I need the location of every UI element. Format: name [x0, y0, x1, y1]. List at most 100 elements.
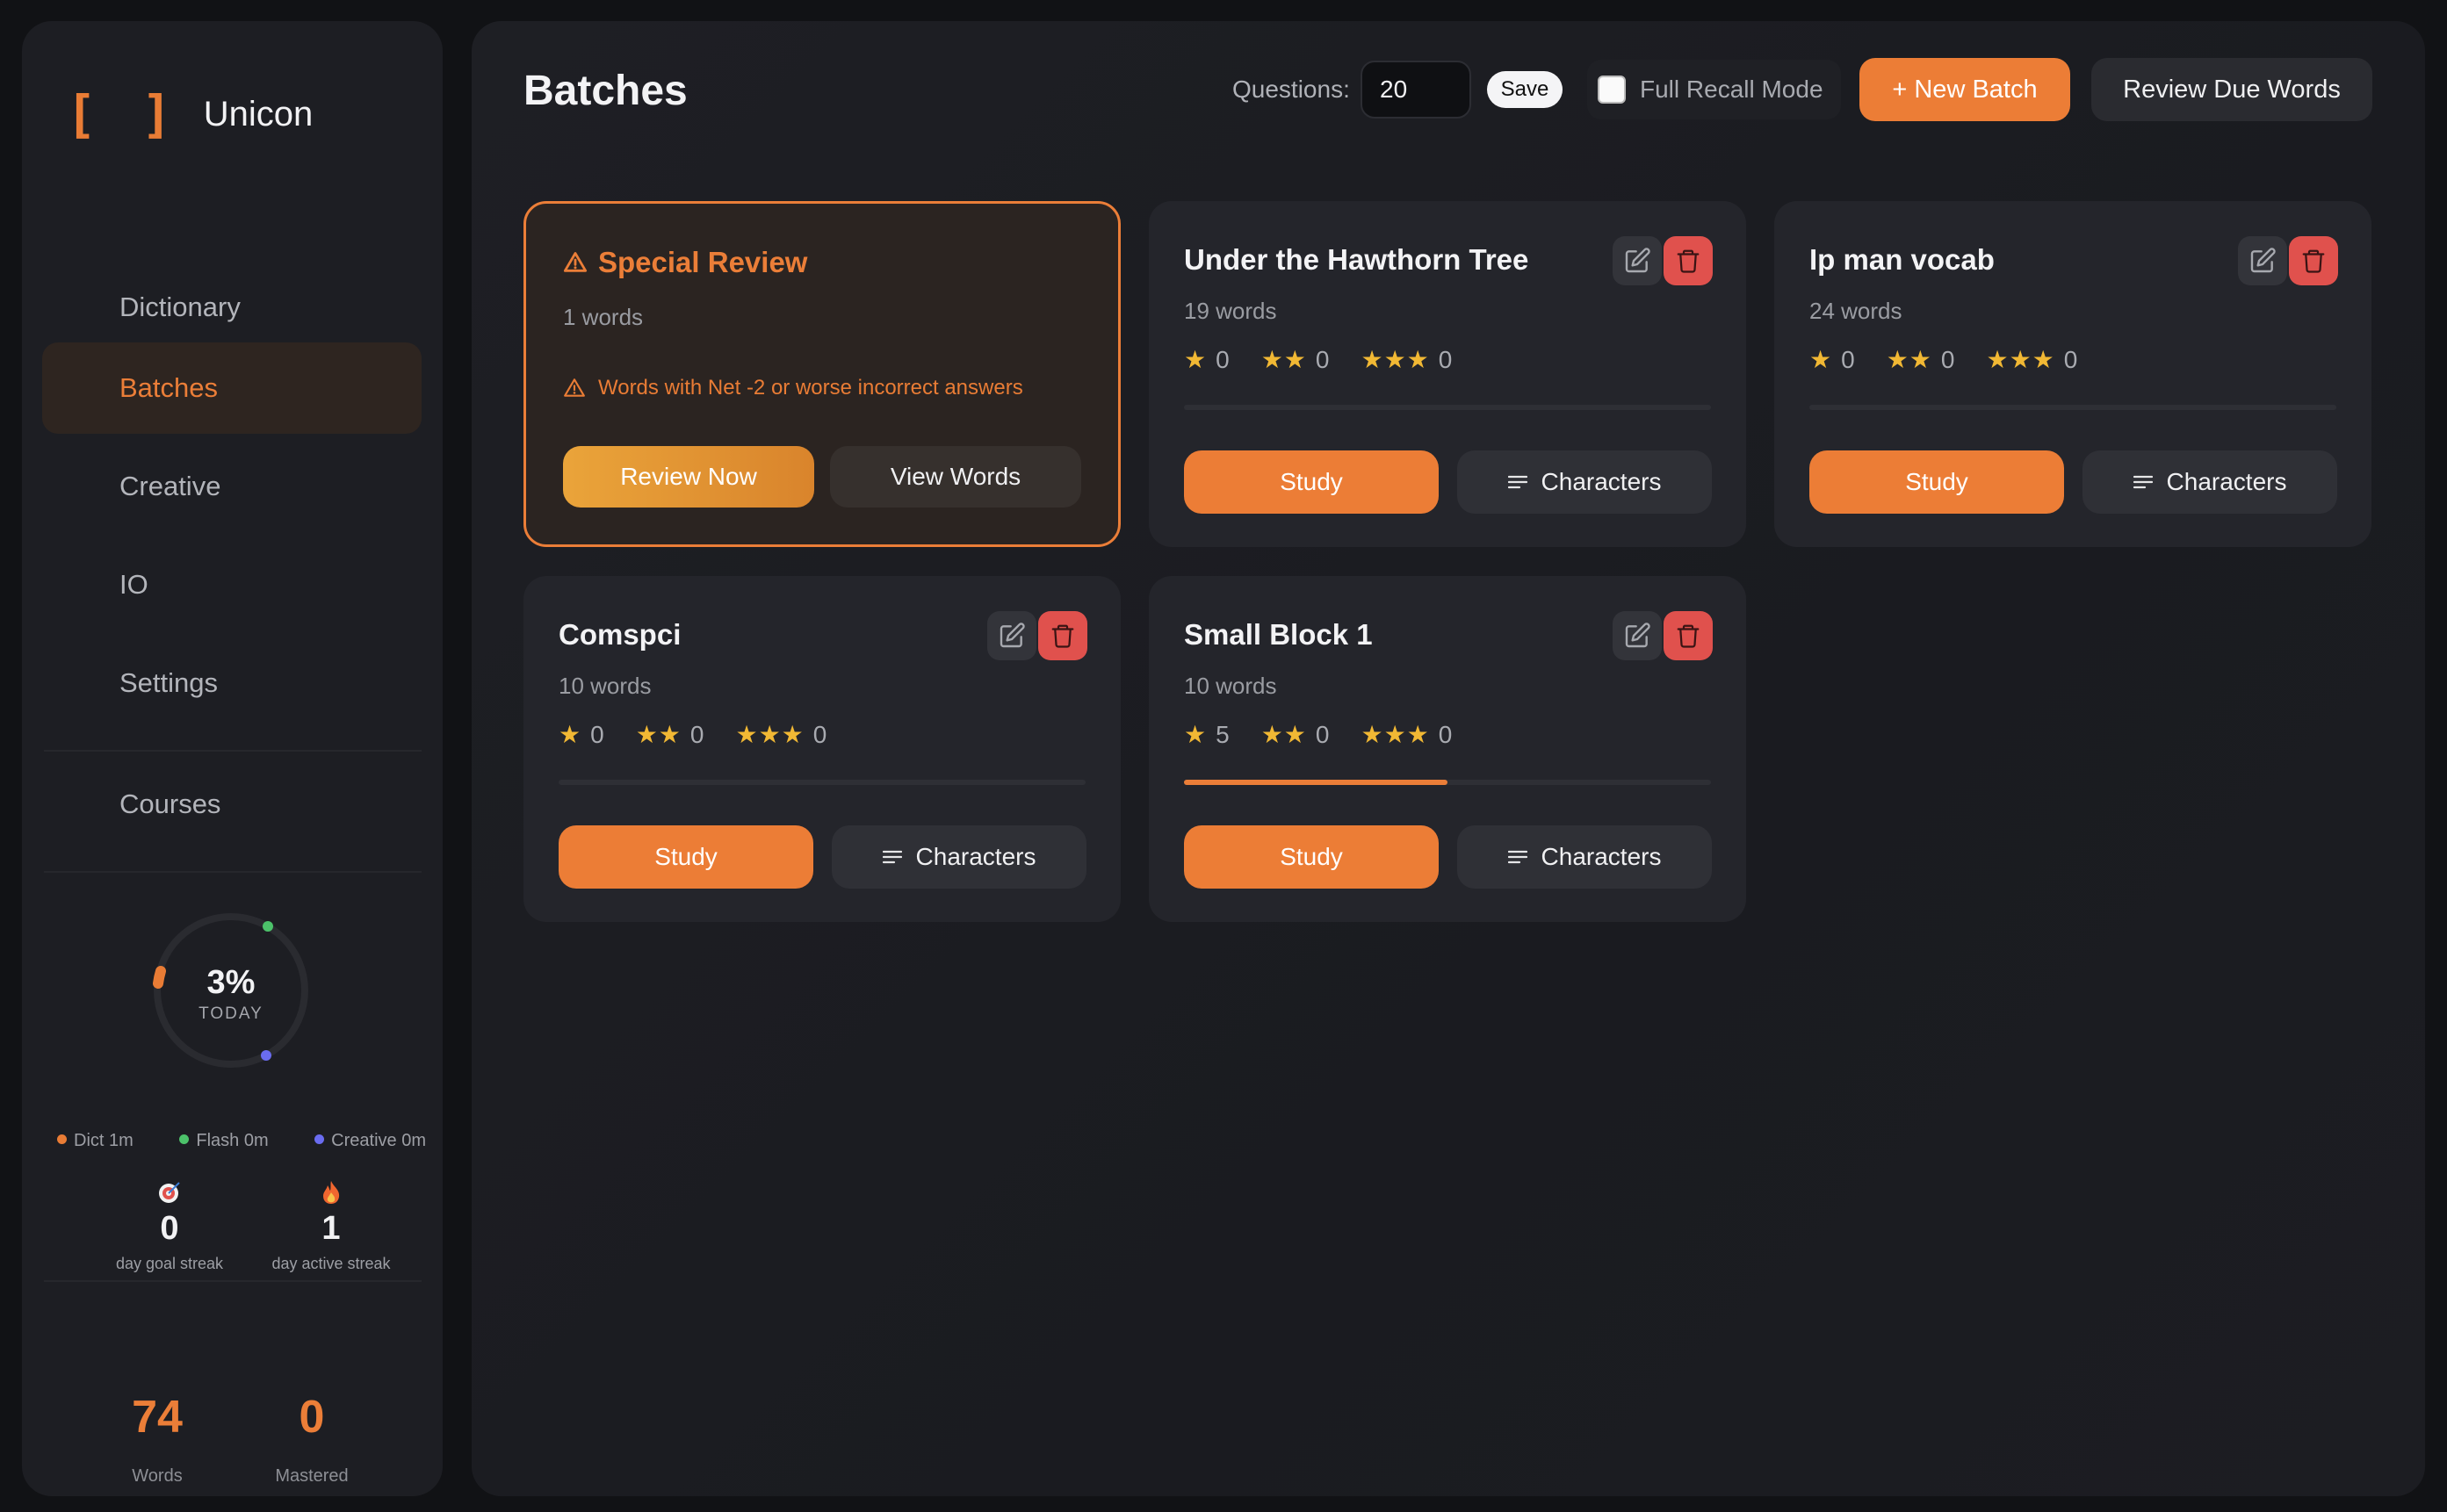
active-streak-label: day active streak [271, 1255, 391, 1272]
sidebar-item-settings[interactable]: Settings [42, 637, 422, 729]
review-now-button[interactable]: Review Now [563, 446, 814, 508]
time-legend: Dict 1m Flash 0m Creative 0m [57, 1131, 426, 1151]
star-counts: ★ 0 ★★ 0 ★★★ 0 [1809, 345, 2077, 374]
star-counts: ★ 0 ★★ 0 ★★★ 0 [559, 720, 826, 749]
edit-icon [2250, 248, 2276, 273]
stat-mastered-label: Mastered [275, 1466, 349, 1486]
special-review-note: Words with Net -2 or worse incorrect ans… [563, 376, 1023, 400]
sidebar-item-dictionary[interactable]: Dictionary [42, 262, 422, 353]
sidebar-item-label: Settings [119, 667, 219, 698]
batch-word-count: 24 words [1809, 298, 1902, 324]
batch-card: Ip man vocab 24 words ★ 0 ★★ 0 ★★★ 0 Study … [1774, 201, 2371, 547]
special-review-card: Special Review 1 words Words with Net -2… [523, 201, 1121, 547]
new-batch-button[interactable]: + New Batch [1859, 58, 2070, 121]
questions-input[interactable] [1361, 61, 1471, 119]
sidebar-divider [44, 1280, 422, 1282]
edit-icon [1625, 248, 1650, 273]
brand[interactable]: [ ] Unicon [66, 84, 313, 144]
active-streak: 1 day active streak [252, 1180, 410, 1273]
brand-logo: [ ] [66, 84, 179, 144]
stat-mastered-value: 0 [299, 1392, 325, 1443]
star-icon: ★★★ [735, 721, 805, 748]
dot-icon [179, 1134, 190, 1144]
save-button[interactable]: Save [1487, 71, 1563, 108]
characters-button[interactable]: Characters [1457, 450, 1712, 514]
three-star-count: ★★★ 0 [1361, 346, 1453, 373]
edit-button[interactable] [1613, 611, 1662, 660]
star-icon: ★ [1184, 346, 1208, 373]
main-panel: Batches Questions: Save Full Recall Mode… [472, 21, 2425, 1496]
brand-name: Unicon [203, 94, 314, 133]
edit-button[interactable] [987, 611, 1036, 660]
full-recall-toggle[interactable]: Full Recall Mode [1587, 60, 1841, 119]
special-review-title: Special Review [563, 246, 807, 279]
characters-button[interactable]: Characters [1457, 825, 1712, 889]
sidebar-item-label: Courses [119, 788, 221, 819]
study-button[interactable]: Study [559, 825, 813, 889]
target-icon [90, 1180, 249, 1206]
two-star-count: ★★ 0 [1260, 721, 1330, 748]
batch-title: Ip man vocab [1809, 243, 1995, 276]
legend-flash: Flash 0m [179, 1131, 269, 1151]
batch-word-count: 10 words [559, 673, 652, 699]
batch-card: Comspci 10 words ★ 0 ★★ 0 ★★★ 0 Study Chara… [523, 576, 1121, 922]
full-recall-label: Full Recall Mode [1640, 76, 1823, 103]
star-icon: ★★ [1260, 346, 1307, 373]
two-star-count: ★★ 0 [1260, 346, 1330, 373]
three-star-count: ★★★ 0 [1986, 346, 2078, 373]
edit-icon [1625, 623, 1650, 648]
three-star-count: ★★★ 0 [735, 721, 827, 748]
warning-icon [564, 378, 585, 397]
goal-streak: 0 day goal streak [90, 1180, 249, 1273]
star-icon: ★ [559, 721, 582, 748]
delete-button[interactable] [1664, 611, 1713, 660]
star-icon: ★★★ [1361, 346, 1430, 373]
special-review-count: 1 words [563, 304, 644, 330]
page-title: Batches [523, 68, 688, 114]
trash-icon [1677, 249, 1700, 273]
delete-button[interactable] [2289, 236, 2338, 285]
ring-creative-marker [261, 1050, 271, 1061]
sidebar-item-courses[interactable]: Courses [42, 759, 422, 850]
sidebar-item-label: IO [119, 569, 148, 600]
trash-icon [1677, 624, 1700, 648]
full-recall-checkbox[interactable] [1598, 76, 1626, 104]
star-icon: ★ [1184, 721, 1208, 748]
review-due-button[interactable]: Review Due Words [2091, 58, 2372, 121]
today-label: TODAY [199, 1004, 263, 1023]
edit-button[interactable] [1613, 236, 1662, 285]
study-button[interactable]: Study [1184, 825, 1439, 889]
list-icon [2133, 475, 2153, 489]
one-star-count: ★ 0 [1184, 346, 1230, 373]
batch-word-count: 10 words [1184, 673, 1277, 699]
sidebar-item-label: Creative [119, 471, 221, 501]
warning-icon [563, 252, 588, 272]
batch-title: Under the Hawthorn Tree [1184, 243, 1529, 276]
stat-words-label: Words [132, 1466, 183, 1486]
star-icon: ★★ [635, 721, 682, 748]
one-star-count: ★ 0 [559, 721, 604, 748]
delete-button[interactable] [1038, 611, 1087, 660]
star-icon: ★★ [1260, 721, 1307, 748]
sidebar-item-creative[interactable]: Creative [42, 441, 422, 532]
active-streak-value: 1 [321, 1210, 341, 1247]
batch-title: Small Block 1 [1184, 618, 1373, 651]
sidebar-item-batches[interactable]: Batches [42, 342, 422, 434]
sidebar-divider [44, 750, 422, 752]
dot-icon [57, 1134, 67, 1144]
legend-dict: Dict 1m [57, 1131, 134, 1151]
star-counts: ★ 5 ★★ 0 ★★★ 0 [1184, 720, 1452, 749]
study-button[interactable]: Study [1184, 450, 1439, 514]
edit-button[interactable] [2238, 236, 2287, 285]
delete-button[interactable] [1664, 236, 1713, 285]
goal-streak-label: day goal streak [115, 1255, 224, 1272]
sidebar: [ ] Unicon Dictionary Batches Creative I… [22, 21, 443, 1496]
characters-button[interactable]: Characters [2082, 450, 2337, 514]
sidebar-item-io[interactable]: IO [42, 539, 422, 630]
trash-icon [2302, 249, 2325, 273]
batch-word-count: 19 words [1184, 298, 1277, 324]
study-button[interactable]: Study [1809, 450, 2064, 514]
one-star-count: ★ 0 [1809, 346, 1855, 373]
characters-button[interactable]: Characters [832, 825, 1086, 889]
view-words-button[interactable]: View Words [830, 446, 1081, 508]
